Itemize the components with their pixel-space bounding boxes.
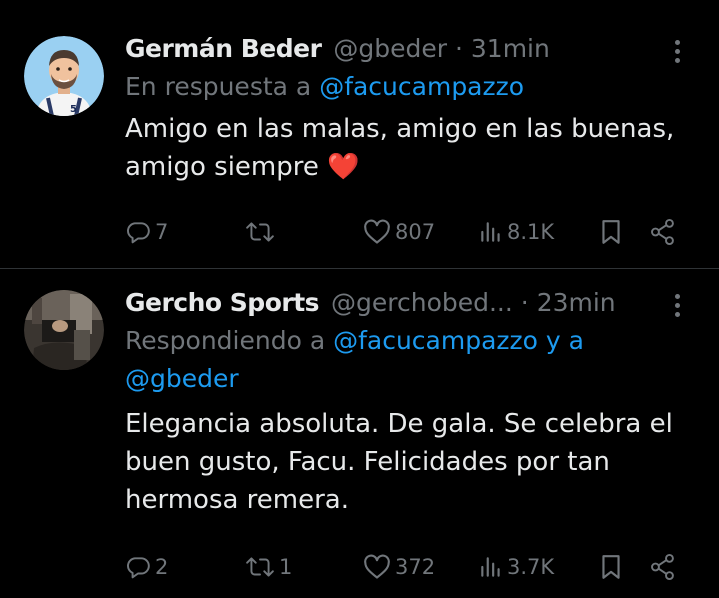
tweet[interactable]: Gercho Sports @gerchobed... · 23min Resp… [0,269,719,598]
tweet[interactable]: 5 Germán Beder @gbeder · 31min En respue… [0,0,719,268]
views-count: 3.7K [507,555,555,579]
like-button[interactable]: 807 [363,215,435,249]
reply-prefix: Respondiendo a [125,326,334,355]
reply-icon [127,222,150,244]
retweet-icon [246,222,274,242]
retweet-button[interactable]: 1 [245,550,292,584]
handle[interactable]: @gbeder [333,34,447,63]
retweet-count: 1 [279,555,293,579]
views-button[interactable]: 8.1K [479,215,554,249]
heart-icon [364,554,390,579]
bookmark-button[interactable] [599,215,623,249]
views-count: 8.1K [507,220,555,244]
retweet-button[interactable] [245,215,279,249]
handle[interactable]: @gerchobed... [331,288,513,317]
share-icon [651,553,674,581]
views-icon [481,557,500,577]
tweet-actions: 7 807 8.1K [125,215,695,249]
heart-icon [364,219,390,244]
tweet-header: Germán Beder @gbeder · 31min [125,30,695,68]
reply-count: 7 [155,220,169,244]
reply-button[interactable]: 7 [125,215,168,249]
timestamp[interactable]: 23min [537,288,616,317]
display-name[interactable]: Germán Beder [125,34,322,63]
bookmark-button[interactable] [599,550,623,584]
reply-button[interactable]: 2 [125,550,168,584]
share-button[interactable] [649,550,677,584]
tweet-text: Amigo en las malas, amigo en las buenas,… [125,110,695,186]
display-name[interactable]: Gercho Sports [125,288,320,317]
share-button[interactable] [649,215,677,249]
more-vertical-icon[interactable] [675,294,681,320]
heart-emoji: ❤️ [327,152,360,182]
tweet-actions: 2 1 372 3.7K [125,550,695,584]
reply-context: Respondiendo a @facucampazzo y a @gbeder [125,322,695,398]
tweet-text: Elegancia absoluta. De gala. Se celebra … [125,405,695,519]
more-vertical-icon[interactable] [675,40,681,66]
tweet-content: Germán Beder @gbeder · 31min En respuest… [125,30,695,186]
reply-context: En respuesta a @facucampazzo [125,68,695,106]
separator: · [520,288,529,317]
tweet-header: Gercho Sports @gerchobed... · 23min [125,284,695,322]
like-count: 807 [395,220,436,244]
bookmark-icon [602,555,620,579]
like-count: 372 [395,555,436,579]
like-button[interactable]: 372 [363,550,435,584]
reply-count: 2 [155,555,169,579]
avatar[interactable] [24,290,104,370]
reply-prefix: En respuesta a [125,72,320,101]
tweet-content: Gercho Sports @gerchobed... · 23min Resp… [125,284,695,519]
separator: · [454,34,463,63]
bookmark-icon [602,220,620,244]
views-icon [481,222,500,242]
tweet-text-body: Elegancia absoluta. De gala. Se celebra … [125,409,673,515]
reply-mention-link[interactable]: @facucampazzo [319,72,524,101]
timestamp[interactable]: 31min [471,34,550,63]
svg-text:5: 5 [70,104,77,115]
share-icon [651,218,674,246]
views-button[interactable]: 3.7K [479,550,554,584]
reply-icon [127,557,150,579]
tweet-text-body: Amigo en las malas, amigo en las buenas,… [125,114,675,182]
retweet-icon [246,557,274,577]
avatar[interactable]: 5 [24,36,104,116]
